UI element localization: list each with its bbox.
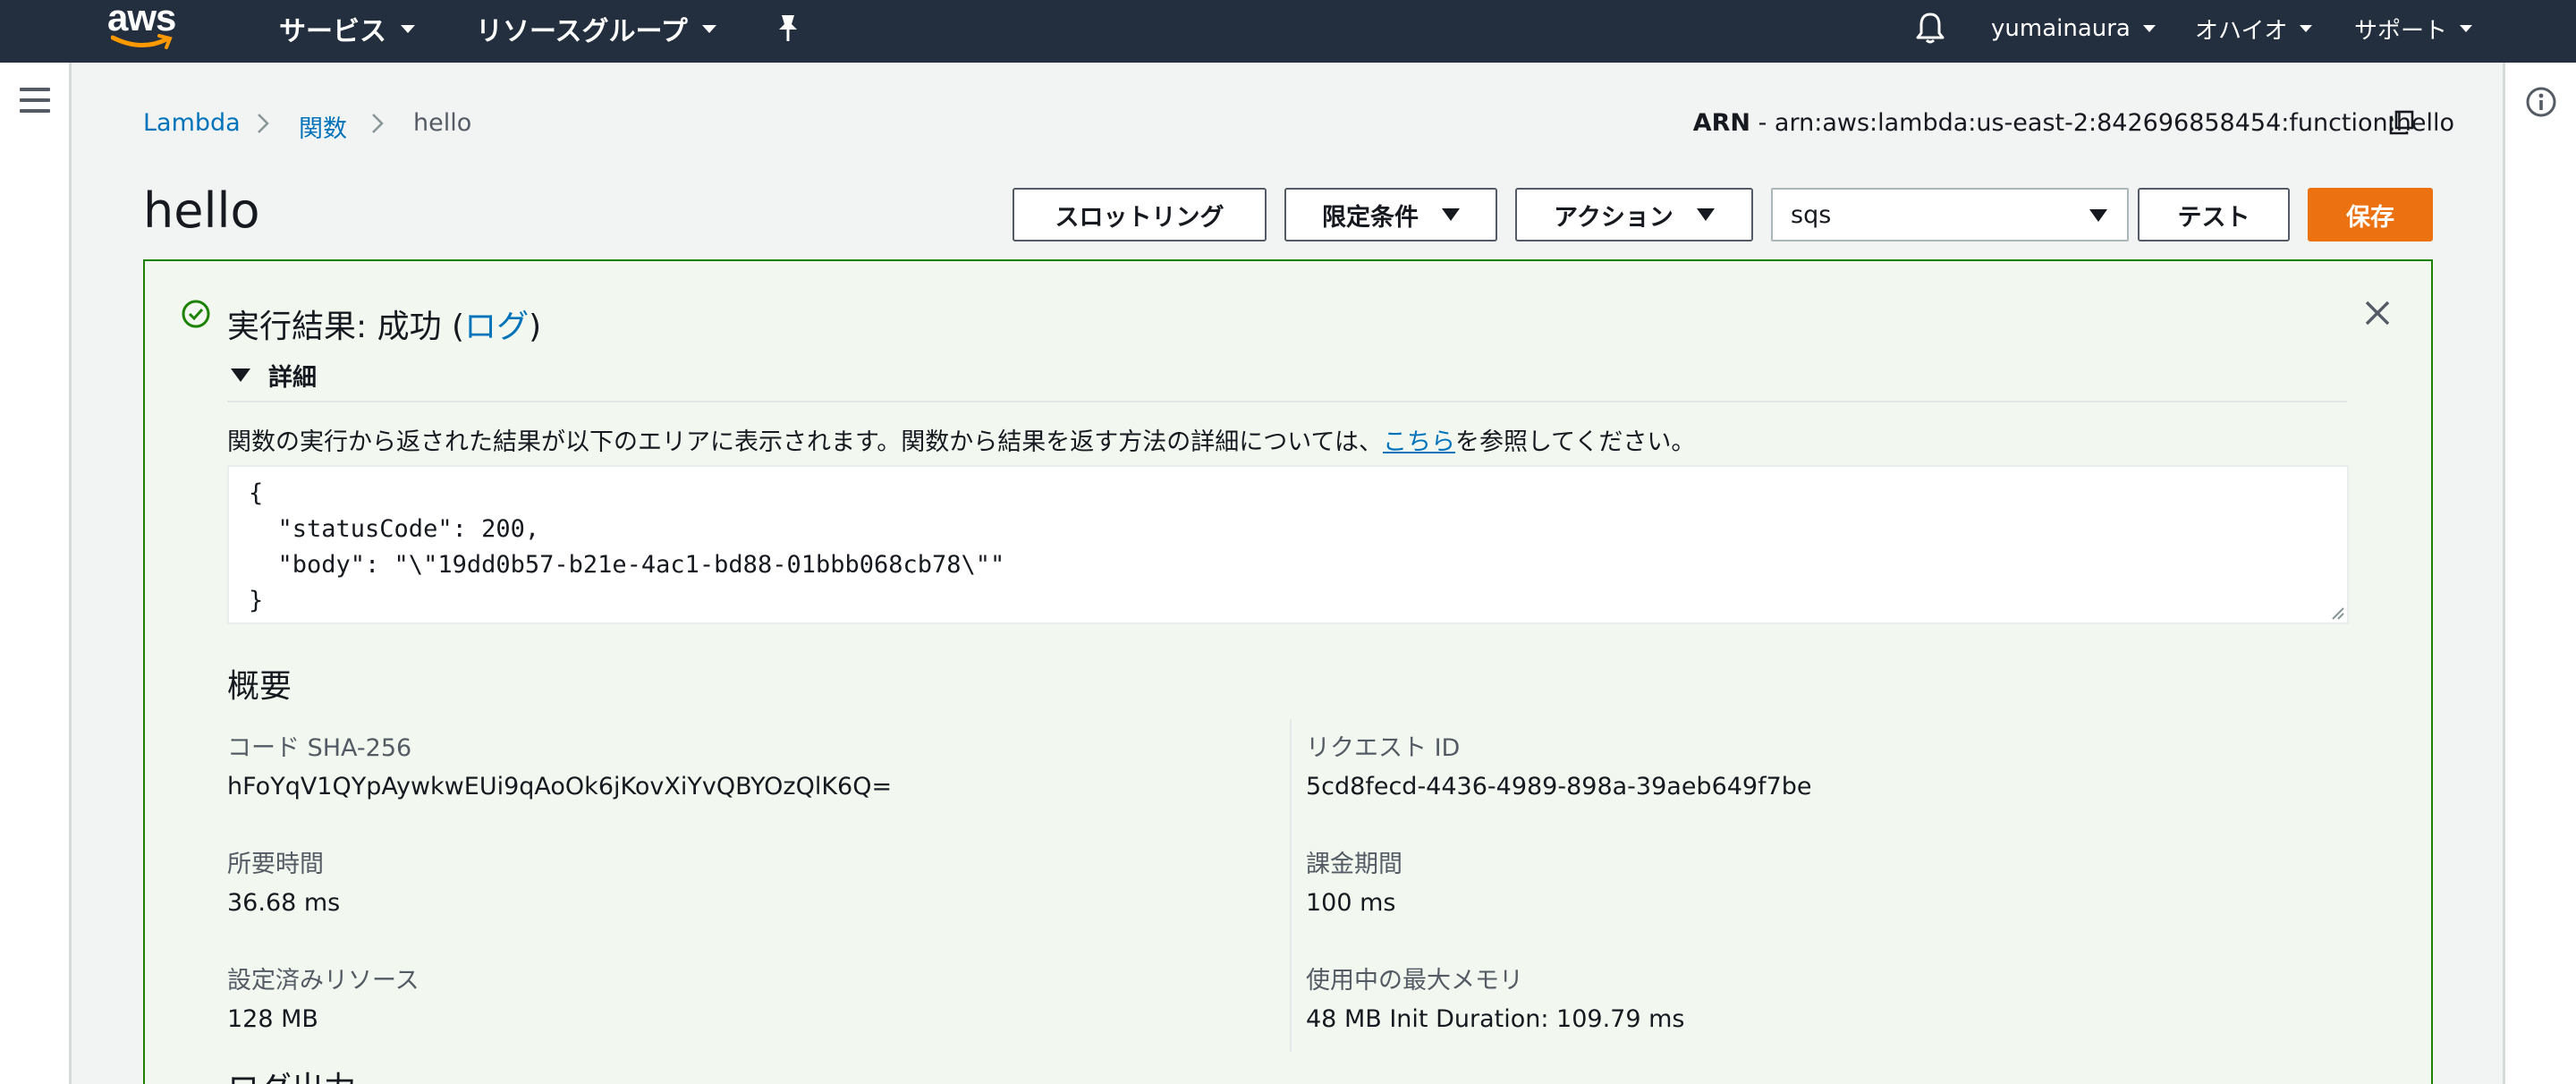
sha-value: hFoYqV1QYpAywkwEUi9qAoOk6jKovXiYvQBYOzQl…	[227, 773, 893, 800]
duration-label: 所要時間	[227, 851, 324, 878]
resources-label: 設定済みリソース	[227, 967, 419, 995]
function-arn: ARN - arn:aws:lambda:us-east-2:842696858…	[1693, 109, 2454, 137]
save-button-label: 保存	[2346, 203, 2394, 232]
support-menu[interactable]: サポート	[2354, 11, 2473, 47]
close-icon[interactable]	[2363, 299, 2392, 327]
actions-label: アクション	[1554, 203, 1674, 232]
chevron-right-icon	[372, 114, 384, 133]
save-button[interactable]: 保存	[2308, 188, 2433, 241]
chevron-down-icon	[2142, 25, 2156, 32]
chevron-down-icon	[2300, 25, 2313, 32]
resize-handle-icon[interactable]	[2329, 605, 2345, 621]
resource-groups-label: リソースグループ	[476, 16, 688, 47]
throttle-button[interactable]: スロットリング	[1013, 188, 1267, 241]
code-line: "body": "\"19dd0b57-b21e-4ac1-bd88-01bbb…	[249, 551, 1005, 579]
docs-link[interactable]: こちら	[1383, 428, 1455, 456]
services-menu[interactable]: サービス	[279, 11, 415, 47]
arn-value: - arn:aws:lambda:us-east-2:842696858454:…	[1758, 109, 2454, 137]
execution-result-panel: 実行結果: 成功 (ログ) 詳細 関数の実行から返された結果が以下のエリアに表示…	[143, 259, 2433, 1084]
caret-down-icon	[1442, 208, 1460, 221]
chevron-down-icon	[2460, 25, 2473, 32]
top-nav-bar: aws サービス リソースグループ yumainaura オハイオ サポート	[0, 0, 2576, 63]
sha-label: コード SHA-256	[227, 734, 412, 762]
request-id-label: リクエスト ID	[1306, 734, 1461, 762]
support-label: サポート	[2354, 17, 2448, 45]
aws-smile-icon	[111, 34, 173, 49]
qualifiers-label: 限定条件	[1322, 203, 1419, 232]
caret-down-icon	[2089, 209, 2107, 222]
bell-icon[interactable]	[1914, 11, 1946, 45]
services-menu-label: サービス	[279, 16, 386, 47]
max-memory-value: 48 MB Init Duration: 109.79 ms	[1306, 1005, 1685, 1033]
log-output-heading: ログ出力	[227, 1063, 356, 1084]
breadcrumb-functions[interactable]: 関数	[299, 109, 347, 144]
arn-label: ARN	[1692, 109, 1751, 137]
column-divider	[1290, 719, 1292, 1052]
result-title-suffix: )	[529, 309, 542, 345]
test-event-value: sqs	[1791, 200, 1832, 229]
page-title: hello	[143, 182, 260, 239]
divider	[227, 401, 2347, 402]
user-menu[interactable]: yumainaura	[1991, 11, 2156, 47]
breadcrumb-current: hello	[413, 109, 472, 137]
summary-heading: 概要	[227, 668, 292, 705]
aws-logo[interactable]: aws	[107, 0, 182, 54]
code-line: "statusCode": 200,	[249, 515, 540, 543]
chevron-down-icon	[701, 24, 716, 33]
pin-icon[interactable]	[775, 13, 801, 43]
details-toggle[interactable]: 詳細	[231, 358, 317, 393]
actions-dropdown[interactable]: アクション	[1515, 188, 1753, 241]
copy-icon[interactable]	[2388, 109, 2415, 136]
duration-value: 36.68 ms	[227, 889, 341, 917]
success-check-icon	[182, 300, 210, 328]
caret-down-icon	[231, 368, 250, 382]
region-name: オハイオ	[2195, 17, 2288, 45]
execution-result-title: 実行結果: 成功 (ログ)	[227, 301, 541, 347]
request-id-value: 5cd8fecd-4436-4989-898a-39aeb649f7be	[1306, 773, 1812, 800]
resources-value: 128 MB	[227, 1005, 318, 1033]
hamburger-menu-icon[interactable]	[20, 88, 50, 114]
log-link[interactable]: ログ	[464, 309, 529, 345]
breadcrumb-lambda[interactable]: Lambda	[143, 109, 241, 137]
result-output-textarea[interactable]: { "statusCode": 200, "body": "\"19dd0b57…	[227, 465, 2349, 624]
caret-down-icon	[1696, 208, 1715, 221]
chevron-down-icon	[401, 24, 415, 33]
code-line: {	[249, 479, 264, 507]
test-button-label: テスト	[2177, 203, 2250, 232]
result-status: 実行結果: 成功 (	[227, 309, 465, 345]
billed-duration-value: 100 ms	[1306, 889, 1396, 917]
result-description: 関数の実行から返された結果が以下のエリアに表示されます。関数から結果を返す方法の…	[227, 422, 1695, 457]
left-navigation-rail	[0, 63, 72, 1084]
right-help-rail	[2503, 63, 2576, 1084]
chevron-right-icon	[258, 114, 269, 133]
billed-duration-label: 課金期間	[1306, 851, 1402, 878]
throttle-button-label: スロットリング	[1055, 203, 1224, 232]
user-name: yumainaura	[1991, 15, 2131, 42]
region-menu[interactable]: オハイオ	[2195, 11, 2313, 47]
test-button[interactable]: テスト	[2138, 188, 2290, 241]
qualifiers-dropdown[interactable]: 限定条件	[1284, 188, 1497, 241]
code-line: }	[249, 587, 264, 614]
desc-text: 関数の実行から返された結果が以下のエリアに表示されます。関数から結果を返す方法の…	[227, 428, 1383, 456]
info-icon[interactable]	[2525, 86, 2557, 118]
max-memory-label: 使用中の最大メモリ	[1306, 967, 1523, 995]
details-label: 詳細	[268, 364, 317, 392]
desc-suffix: を参照してください。	[1454, 428, 1696, 456]
test-event-select[interactable]: sqs	[1771, 188, 2129, 241]
resource-groups-menu[interactable]: リソースグループ	[476, 11, 716, 47]
